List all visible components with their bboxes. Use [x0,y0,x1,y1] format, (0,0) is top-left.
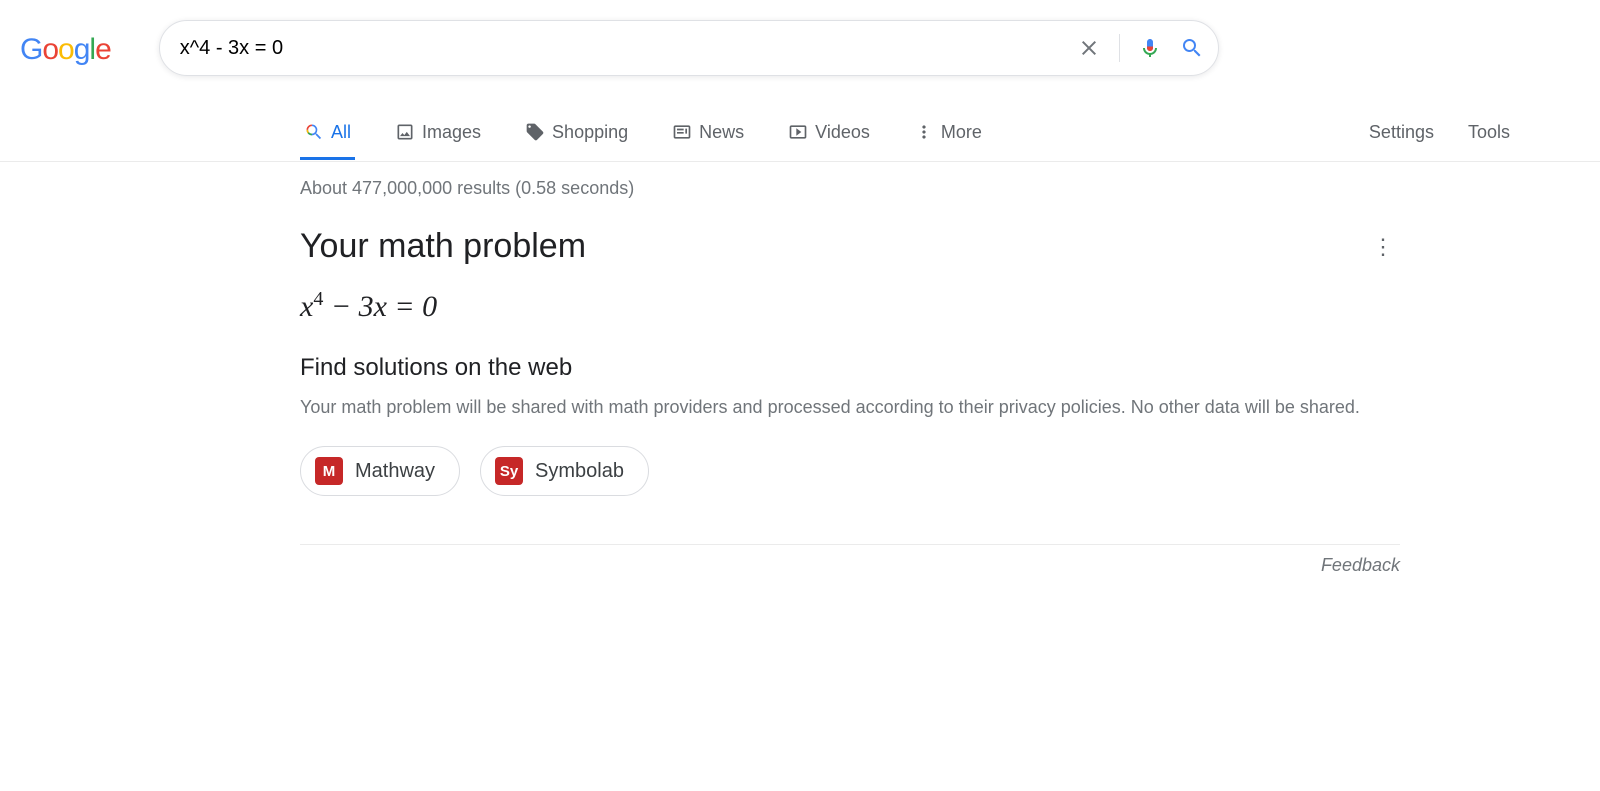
feedback-link[interactable]: Feedback [1321,555,1400,576]
tab-images-label: Images [422,122,481,143]
more-icon [914,122,934,142]
tab-images[interactable]: Images [391,106,485,160]
search-input[interactable] [180,21,1077,75]
tools-link[interactable]: Tools [1468,122,1510,143]
provider-symbolab[interactable]: Sy Symbolab [480,446,649,496]
result-stats: About 477,000,000 results (0.58 seconds) [300,178,1400,199]
clear-icon[interactable] [1077,36,1101,60]
tab-more-label: More [941,122,982,143]
tab-news[interactable]: News [668,106,748,160]
tab-videos-label: Videos [815,122,870,143]
mathway-icon: M [315,457,343,485]
google-logo[interactable]: Google [20,29,111,67]
settings-link[interactable]: Settings [1369,122,1434,143]
tab-more[interactable]: More [910,106,986,160]
microphone-icon[interactable] [1138,36,1162,60]
search-bar [159,20,1219,76]
tab-news-label: News [699,122,744,143]
mathway-label: Mathway [355,460,435,483]
symbolab-icon: Sy [495,457,523,485]
card-title: Your math problem [300,227,586,266]
tab-all-label: All [331,122,351,143]
tab-all[interactable]: All [300,106,355,160]
search-icon[interactable] [1180,36,1204,60]
tab-videos[interactable]: Videos [784,106,874,160]
card-more-icon[interactable]: ⋮ [1366,234,1400,260]
shopping-icon [525,122,545,142]
equation-display: x4 − 3x = 0 [300,288,1400,324]
news-icon [672,122,692,142]
provider-mathway[interactable]: M Mathway [300,446,460,496]
search-small-icon [304,122,324,142]
tab-shopping-label: Shopping [552,122,628,143]
disclaimer-text: Your math problem will be shared with ma… [300,394,1360,420]
divider [1119,34,1120,62]
videos-icon [788,122,808,142]
images-icon [395,122,415,142]
solutions-subheading: Find solutions on the web [300,354,1400,382]
tab-shopping[interactable]: Shopping [521,106,632,160]
symbolab-label: Symbolab [535,460,624,483]
